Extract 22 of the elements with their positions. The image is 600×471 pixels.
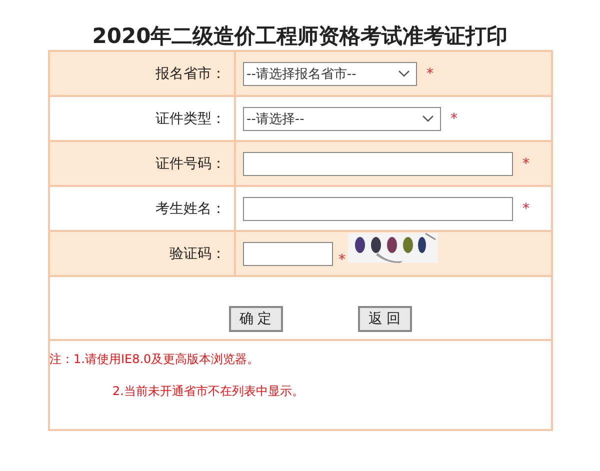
- note-text: 2.当前未开通省市不在列表中显示。: [112, 384, 304, 398]
- field-label: 考生姓名：: [156, 200, 226, 218]
- required-mark: *: [426, 66, 434, 82]
- dropdown[interactable]: --请选择--: [242, 106, 440, 130]
- form-button[interactable]: 返 回: [358, 306, 412, 332]
- field-label: 验证码：: [170, 244, 226, 262]
- form-button[interactable]: 确 定: [228, 306, 282, 332]
- note-text: 注：1.请使用IE8.0及更高版本浏览器。: [50, 352, 260, 366]
- field-label: 报名省市：: [156, 64, 226, 82]
- input-field[interactable]: [242, 196, 512, 220]
- required-mark: *: [522, 200, 530, 216]
- chevron-icon: [398, 70, 410, 78]
- dropdown[interactable]: --请选择报名省市--: [242, 62, 416, 86]
- field-label: 证件号码：: [156, 154, 226, 172]
- required-mark: *: [450, 110, 458, 126]
- chevron-icon: [422, 114, 434, 122]
- page-title: 2020年二级造价工程师资格考试准考证打印: [91, 23, 509, 50]
- field-label: 证件类型：: [156, 110, 226, 128]
- required-mark: *: [522, 156, 530, 172]
- input-field[interactable]: [242, 152, 512, 176]
- input-field[interactable]: [242, 242, 332, 266]
- required-mark: *: [338, 252, 346, 268]
